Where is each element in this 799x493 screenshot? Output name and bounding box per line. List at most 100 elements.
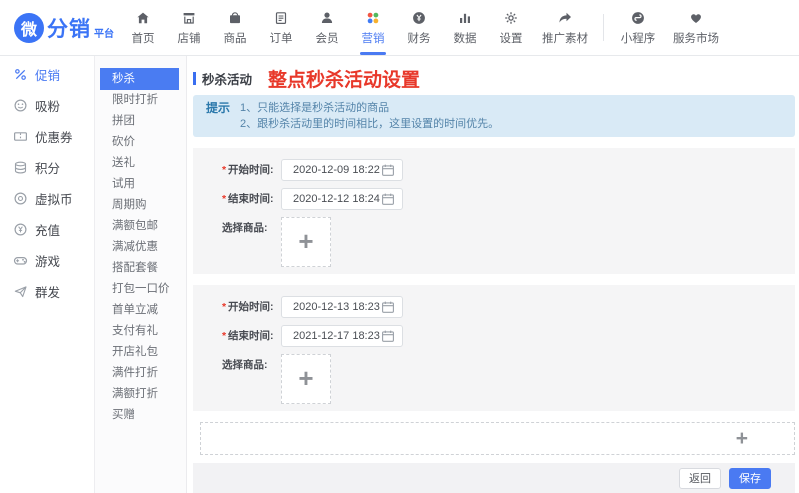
nav-item-label: 会员	[316, 30, 339, 46]
nav-item-shop[interactable]: 店铺	[166, 0, 212, 55]
plus-icon: +	[736, 427, 748, 451]
activity-group-2: *开始时间: 2020-12-13 18:23 *结束时间: 2021-12-1…	[193, 285, 795, 411]
submenu-item-bargain[interactable]: 砍价	[95, 132, 186, 153]
percent-promotion-icon	[13, 67, 28, 82]
members-icon	[319, 10, 335, 26]
submenu-item-store-gift-pack[interactable]: 开店礼包	[95, 342, 186, 363]
brand-logo-icon: 微	[14, 13, 44, 43]
main-content: 秒杀活动 整点秒杀活动设置 提示 1、只能选择是秒杀活动的商品 2、跟秒杀活动里…	[187, 56, 799, 493]
nav-item-finance[interactable]: 财务	[396, 0, 442, 55]
submenu-item-seckill[interactable]: 秒杀	[100, 68, 179, 90]
secondary-sidebar: 秒杀 限时打折 拼团 砍价 送礼 试用 周期购 满额包邮 满减优惠 搭配套餐 打…	[95, 56, 187, 493]
calendar-icon[interactable]	[381, 300, 395, 314]
end-time-label: *结束时间:	[222, 188, 275, 210]
add-group-button[interactable]: +	[200, 422, 795, 455]
add-product-button-1[interactable]: +	[281, 217, 331, 267]
sidebar-item-label: 虚拟币	[35, 189, 73, 208]
page-title: 秒杀活动	[202, 69, 252, 88]
calendar-icon[interactable]	[381, 163, 395, 177]
start-time-input-1[interactable]: 2020-12-09 18:22	[281, 159, 403, 181]
submenu-item-time-discount[interactable]: 限时打折	[95, 90, 186, 111]
select-goods-row: 选择商品: +	[222, 217, 795, 267]
plus-icon: +	[298, 365, 313, 391]
end-time-input-2[interactable]: 2021-12-17 18:23	[281, 325, 403, 347]
nav-item-settings[interactable]: 设置	[488, 0, 534, 55]
start-time-value: 2020-12-09 18:22	[293, 164, 380, 176]
submenu-item-free-shipping[interactable]: 满额包邮	[95, 216, 186, 237]
nav-item-label: 营销	[362, 30, 385, 46]
brand-name: 分销	[47, 13, 91, 43]
sidebar-item-game[interactable]: 游戏	[0, 245, 94, 276]
submenu-item-first-order-discount[interactable]: 首单立减	[95, 300, 186, 321]
start-time-row: *开始时间: 2020-12-09 18:22	[222, 159, 795, 181]
nav-item-label: 服务市场	[673, 30, 719, 46]
nav-item-home[interactable]: 首页	[120, 0, 166, 55]
nav-item-label: 商品	[224, 30, 247, 46]
nav-item-mini-program[interactable]: 小程序	[611, 0, 665, 55]
coin-circle-icon	[13, 191, 28, 206]
select-goods-label: 选择商品:	[222, 221, 275, 235]
save-button[interactable]: 保存	[729, 468, 771, 489]
submenu-item-combo[interactable]: 搭配套餐	[95, 258, 186, 279]
submenu-item-full-reduction[interactable]: 满减优惠	[95, 237, 186, 258]
sidebar-item-label: 充值	[35, 220, 60, 239]
select-goods-row: 选择商品: +	[222, 354, 795, 404]
start-time-input-2[interactable]: 2020-12-13 18:23	[281, 296, 403, 318]
nav-item-label: 小程序	[621, 30, 656, 46]
footer-action-bar: 返回 保存	[193, 463, 795, 493]
gamepad-icon	[13, 253, 28, 268]
sidebar-item-coupon[interactable]: 优惠券	[0, 121, 94, 152]
plus-icon: +	[298, 228, 313, 254]
mini-program-icon	[630, 10, 646, 26]
nav-item-data[interactable]: 数据	[442, 0, 488, 55]
end-time-value: 2020-12-12 18:24	[293, 193, 380, 205]
nav-item-order[interactable]: 订单	[258, 0, 304, 55]
gear-icon	[503, 10, 519, 26]
add-product-button-2[interactable]: +	[281, 354, 331, 404]
nav-item-service-market[interactable]: 服务市场	[665, 0, 727, 55]
share-arrow-icon	[557, 10, 573, 26]
end-time-input-1[interactable]: 2020-12-12 18:24	[281, 188, 403, 210]
shopping-bag-icon	[227, 10, 243, 26]
storefront-icon	[181, 10, 197, 26]
sidebar-item-label: 积分	[35, 158, 60, 177]
calendar-icon[interactable]	[381, 192, 395, 206]
sidebar-item-mass-send[interactable]: 群发	[0, 276, 94, 307]
submenu-item-gift[interactable]: 送礼	[95, 153, 186, 174]
nav-item-promo-material[interactable]: 推广素材	[534, 0, 596, 55]
submenu-item-trial[interactable]: 试用	[95, 174, 186, 195]
tip-lines: 1、只能选择是秒杀活动的商品 2、跟秒杀活动里的时间相比，这里设置的时间优先。	[240, 100, 499, 132]
top-navbar: 微 分销 平台 首页 店铺 商品	[0, 0, 799, 56]
sidebar-item-label: 吸粉	[35, 96, 60, 115]
page-subtitle: 整点秒杀活动设置	[268, 65, 420, 92]
nav-item-label: 订单	[270, 30, 293, 46]
sidebar-item-fans[interactable]: 吸粉	[0, 90, 94, 121]
tip-label: 提示	[206, 100, 230, 132]
sidebar-item-points[interactable]: 积分	[0, 152, 94, 183]
submenu-item-group-buy[interactable]: 拼团	[95, 111, 186, 132]
recharge-yen-icon	[13, 222, 28, 237]
top-nav: 首页 店铺 商品 订单	[120, 0, 727, 55]
start-time-row: *开始时间: 2020-12-13 18:23	[222, 296, 795, 318]
submenu-item-package-price[interactable]: 打包一口价	[95, 279, 186, 300]
start-time-label: *开始时间:	[222, 296, 275, 318]
nav-item-label: 数据	[454, 30, 477, 46]
back-button[interactable]: 返回	[679, 468, 721, 489]
sidebar-item-virtual-coin[interactable]: 虚拟币	[0, 183, 94, 214]
submenu-item-quantity-discount[interactable]: 满件打折	[95, 363, 186, 384]
brand-logo[interactable]: 微 分销 平台	[14, 0, 120, 55]
bar-chart-icon	[457, 10, 473, 26]
nav-item-member[interactable]: 会员	[304, 0, 350, 55]
sidebar-item-promotion[interactable]: 促销	[0, 59, 94, 90]
submenu-item-pay-gift[interactable]: 支付有礼	[95, 321, 186, 342]
calendar-icon[interactable]	[381, 329, 395, 343]
nav-item-goods[interactable]: 商品	[212, 0, 258, 55]
submenu-item-buy-gift[interactable]: 买赠	[95, 405, 186, 426]
sidebar-item-recharge[interactable]: 充值	[0, 214, 94, 245]
submenu-item-cycle-purchase[interactable]: 周期购	[95, 195, 186, 216]
nav-item-label: 推广素材	[542, 30, 588, 46]
submenu-item-amount-discount[interactable]: 满额打折	[95, 384, 186, 405]
nav-item-marketing[interactable]: 营销	[350, 0, 396, 55]
nav-item-label: 设置	[500, 30, 523, 46]
marketing-grid-icon	[365, 10, 381, 26]
